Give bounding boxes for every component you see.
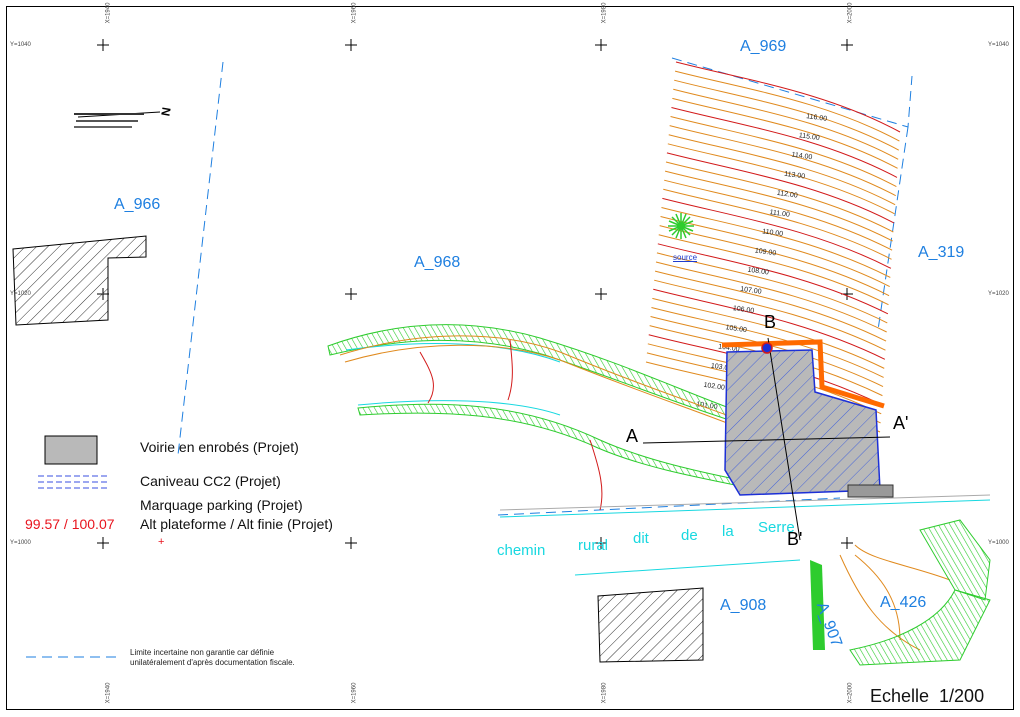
note-line-1: Limite incertaine non garantie car défin…: [130, 648, 275, 657]
road-word: chemin: [497, 542, 546, 559]
parcel-label-a966: A_966: [114, 196, 161, 213]
road-word: dit: [633, 530, 649, 547]
grid-x-label: X=1960: [351, 2, 358, 24]
grid-x-label: X=1980: [601, 2, 608, 24]
road-word: Serre: [758, 519, 795, 536]
grid-x-label: X=1940: [105, 682, 112, 704]
legend-alt-label: Alt plateforme / Alt finie (Projet): [140, 516, 333, 532]
legend-voirie-label: Voirie en enrobés (Projet): [140, 439, 299, 455]
note-line-2: unilatéralement d'après documentation fi…: [130, 658, 295, 667]
map-frame: [6, 6, 1014, 710]
parcel-label-a319: A_319: [918, 244, 965, 261]
grid-x-label: X=1960: [351, 682, 358, 704]
grid-y-label: Y=1040: [988, 42, 1009, 48]
grid-y-label: Y=1020: [10, 291, 31, 297]
parcel-label-a968: A_968: [414, 254, 461, 271]
legend-alt-values: 99.57 / 100.07: [25, 516, 115, 532]
section-label-a: A: [626, 426, 639, 446]
grid-x-label: X=2000: [847, 682, 854, 704]
scale-label: Echelle 1/200: [870, 686, 985, 706]
section-label-a-prime: A': [893, 413, 909, 433]
grid-x-label: X=1940: [105, 2, 112, 24]
grid-y-label: Y=1000: [988, 540, 1009, 546]
grid-y-label: Y=1040: [10, 42, 31, 48]
grid-x-label: X=1980: [601, 682, 608, 704]
grid-y-label: Y=1020: [988, 291, 1009, 297]
parcel-label-a969: A_969: [740, 38, 787, 55]
road-word: rural: [578, 537, 609, 554]
legend-marquage-label: Marquage parking (Projet): [140, 497, 303, 513]
legend-caniveau-label: Caniveau CC2 (Projet): [140, 473, 281, 489]
grid-x-label: X=2000: [847, 2, 854, 24]
road-word: la: [722, 523, 734, 540]
spring-label: source: [673, 253, 698, 262]
grid-y-label: Y=1000: [10, 540, 31, 546]
uncertain-limit-note: Limite incertaine non garantie car défin…: [130, 648, 295, 668]
parcel-label-a426: A_426: [880, 594, 927, 611]
road-word: de: [681, 527, 698, 544]
parcel-label-a908: A_908: [720, 597, 767, 614]
section-label-b: B: [764, 312, 777, 332]
